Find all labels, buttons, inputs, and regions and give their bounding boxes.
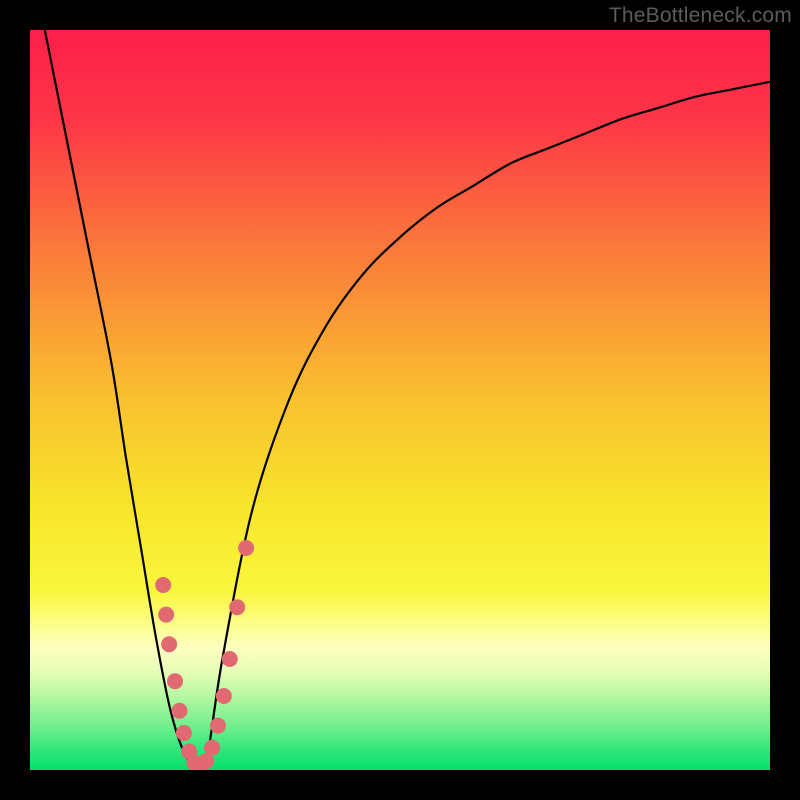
attribution-text: TheBottleneck.com: [609, 4, 792, 28]
marker-dot: [161, 636, 177, 652]
marker-dot: [158, 607, 174, 623]
marker-dot: [229, 599, 245, 615]
marker-dot: [216, 688, 232, 704]
marker-dot: [171, 703, 187, 719]
marker-dot: [167, 673, 183, 689]
marker-dot: [204, 740, 220, 756]
marker-dot: [238, 540, 254, 556]
chart-frame: TheBottleneck.com: [0, 0, 800, 800]
curve-layer: [30, 30, 770, 770]
marker-dot: [210, 718, 226, 734]
marker-dot: [222, 651, 238, 667]
plot-area: [30, 30, 770, 770]
bottleneck-curve: [45, 30, 770, 770]
marker-dot: [155, 577, 171, 593]
marker-dot: [176, 725, 192, 741]
